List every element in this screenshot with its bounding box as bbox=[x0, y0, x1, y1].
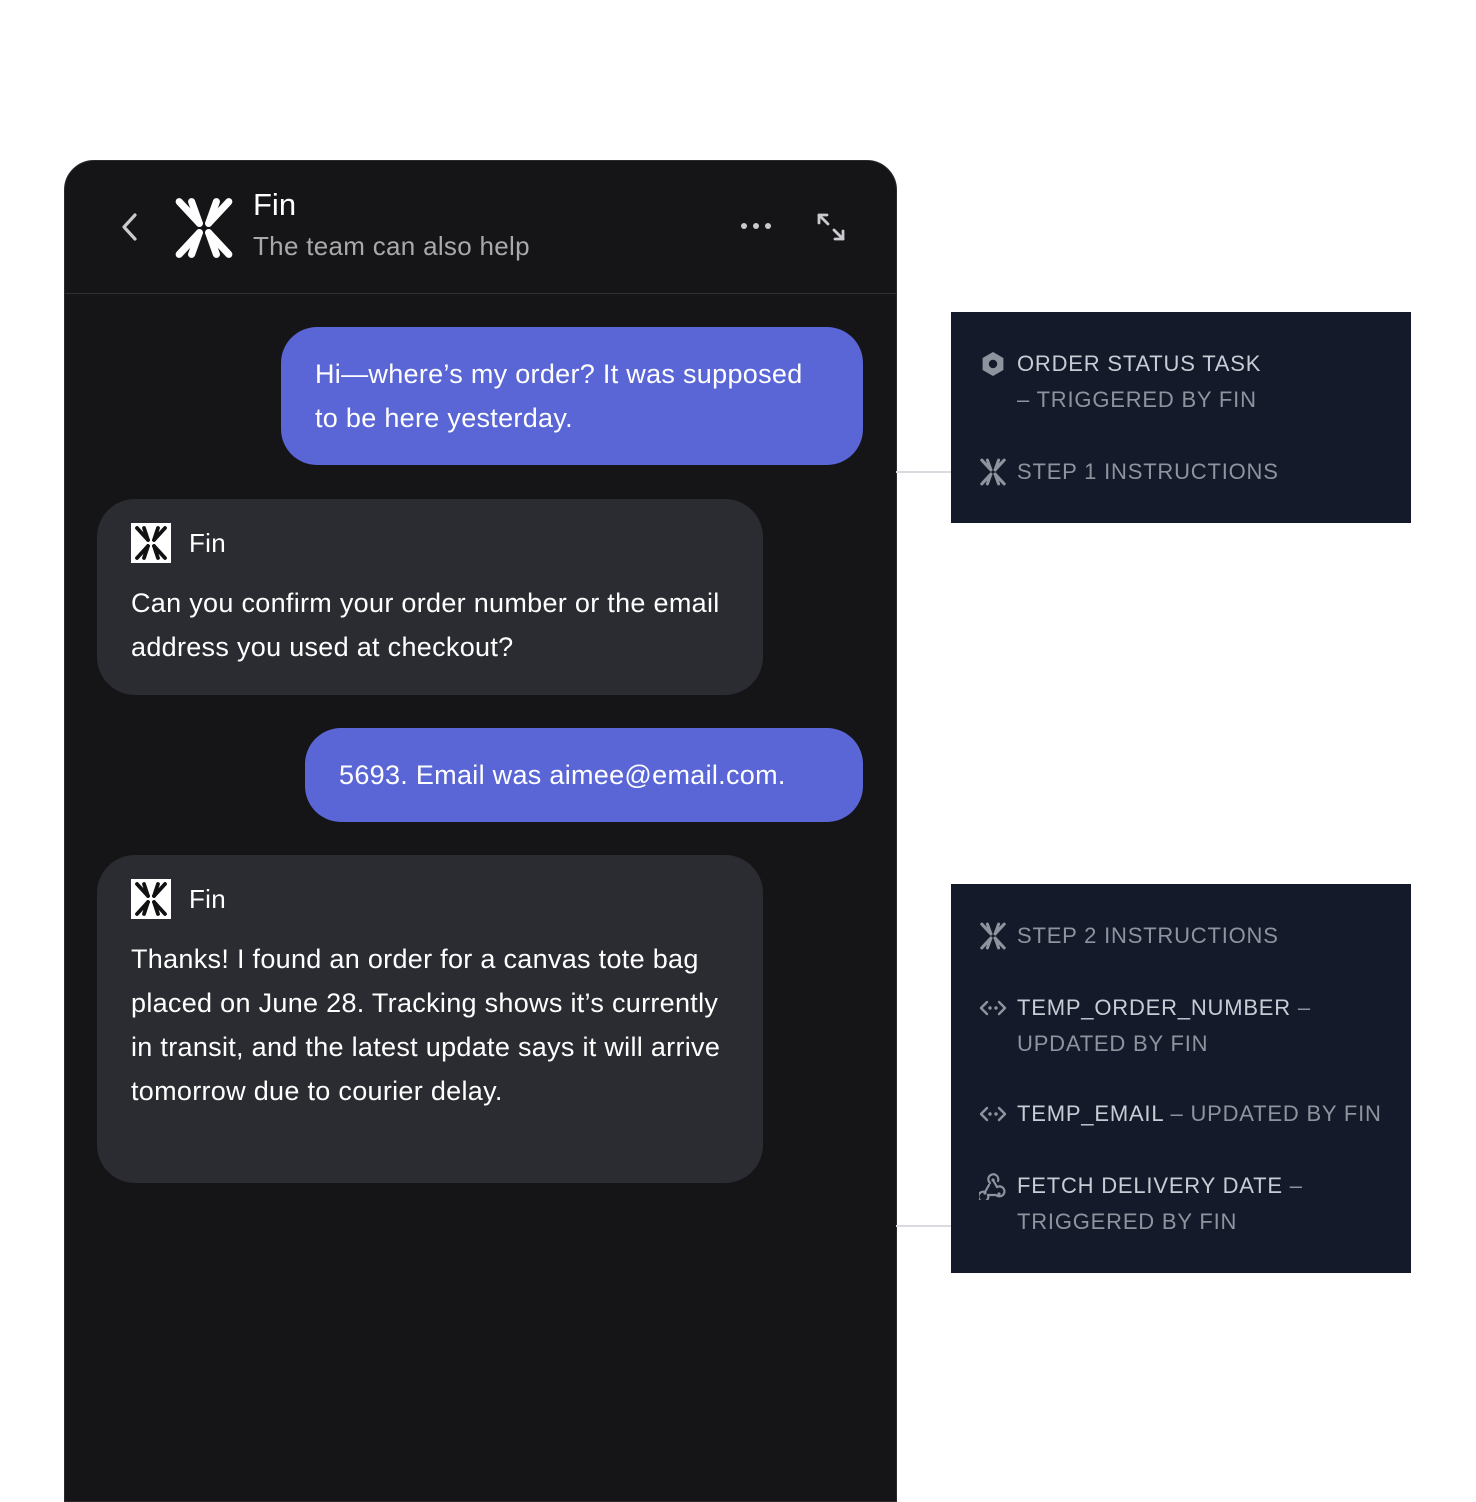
panel-item-separator: – bbox=[1290, 995, 1311, 1020]
panel-item-title: TEMP_ORDER_NUMBER bbox=[1017, 995, 1291, 1020]
back-button[interactable] bbox=[115, 209, 145, 245]
code-icon bbox=[979, 1000, 1007, 1016]
fin-message-text: Can you confirm your order number or the… bbox=[131, 588, 720, 662]
workflow-panel-1: ORDER STATUS TASK – TRIGGERED BY FIN STE… bbox=[951, 312, 1411, 523]
panel-item-status: UPDATED BY FIN bbox=[1190, 1101, 1382, 1126]
expand-icon bbox=[817, 213, 845, 241]
more-dots-icon bbox=[741, 223, 771, 229]
panel-item-title: STEP 1 INSTRUCTIONS bbox=[1017, 459, 1279, 484]
fin-logo-icon bbox=[980, 458, 1006, 486]
fin-message: Fin Can you confirm your order number or… bbox=[97, 499, 763, 695]
panel-item-title: ORDER STATUS TASK bbox=[1017, 351, 1262, 376]
panel-item-text: ORDER STATUS TASK – TRIGGERED BY FIN bbox=[1017, 346, 1277, 418]
chat-window: Fin The team can also help Hi—where’s my… bbox=[64, 160, 897, 1502]
hexagon-icon bbox=[982, 352, 1004, 376]
code-icon bbox=[979, 1106, 1007, 1122]
connector-line bbox=[896, 471, 952, 473]
panel-item-title: FETCH DELIVERY DATE bbox=[1017, 1173, 1283, 1198]
user-message-text: Hi—where’s my order? It was supposed to … bbox=[315, 359, 803, 433]
expand-button[interactable] bbox=[815, 211, 847, 243]
panel-item-separator: – bbox=[1163, 1101, 1191, 1126]
panel-item-status: TRIGGERED BY FIN bbox=[1036, 387, 1257, 412]
user-message: 5693. Email was aimee@email.com. bbox=[305, 728, 863, 822]
fin-message: Fin Thanks! I found an order for a canva… bbox=[97, 855, 763, 1183]
header-title: Fin bbox=[253, 187, 297, 222]
fin-logo-icon bbox=[175, 198, 233, 258]
fin-message-text: Thanks! I found an order for a canvas to… bbox=[131, 944, 721, 1106]
fin-message-header: Fin bbox=[131, 879, 226, 919]
header-subtitle: The team can also help bbox=[253, 231, 530, 261]
panel-item-status: UPDATED BY FIN bbox=[1017, 1031, 1209, 1056]
chat-header: Fin The team can also help bbox=[65, 161, 896, 294]
more-options-button[interactable] bbox=[739, 216, 773, 236]
panel-item-text: TEMP_ORDER_NUMBER – UPDATED BY FIN bbox=[1017, 990, 1395, 1062]
fin-sender-name: Fin bbox=[189, 884, 227, 914]
panel-item-status: TRIGGERED BY FIN bbox=[1017, 1209, 1238, 1234]
webhook-icon bbox=[979, 1173, 1006, 1200]
fin-sender-name: Fin bbox=[189, 528, 227, 558]
chevron-left-icon bbox=[122, 213, 137, 241]
panel-item-separator: – bbox=[1017, 387, 1037, 412]
panel-item-separator: – bbox=[1282, 1173, 1303, 1198]
connector-line bbox=[896, 1225, 952, 1227]
workflow-panel-2: STEP 2 INSTRUCTIONS TEMP_ORDER_NUMBER – … bbox=[951, 884, 1411, 1273]
panel-item-title: TEMP_EMAIL bbox=[1017, 1101, 1164, 1126]
user-message-text: 5693. Email was aimee@email.com. bbox=[339, 760, 786, 790]
panel-item-text: FETCH DELIVERY DATE – TRIGGERED BY FIN bbox=[1017, 1168, 1307, 1240]
user-message: Hi—where’s my order? It was supposed to … bbox=[281, 327, 863, 465]
fin-logo-icon bbox=[131, 523, 171, 563]
fin-logo-icon bbox=[131, 879, 171, 919]
panel-item-title: STEP 2 INSTRUCTIONS bbox=[1017, 923, 1279, 948]
fin-logo-icon bbox=[980, 922, 1006, 950]
fin-message-header: Fin bbox=[131, 523, 226, 563]
panel-item-text: TEMP_EMAIL – UPDATED BY FIN bbox=[1017, 1096, 1395, 1132]
